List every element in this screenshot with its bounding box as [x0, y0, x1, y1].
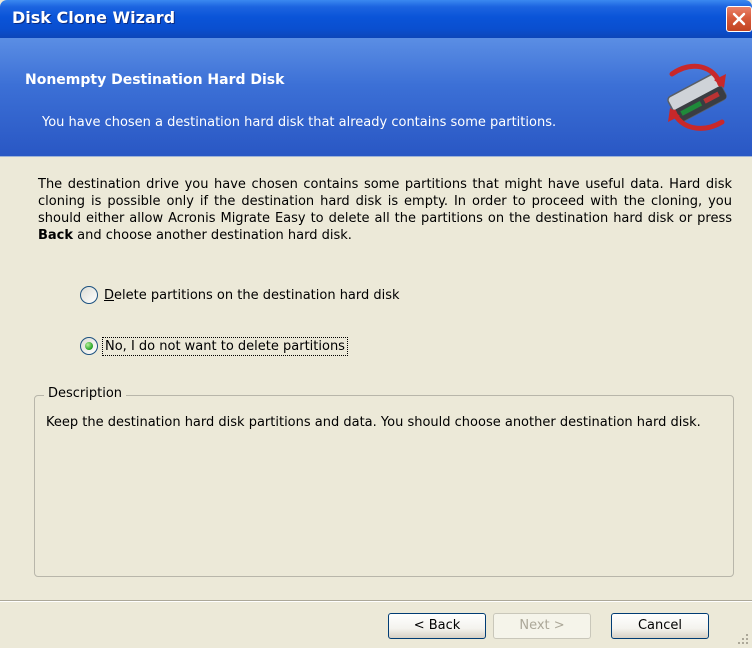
window-title: Disk Clone Wizard: [12, 8, 176, 27]
keep-partitions-label[interactable]: No, I do not want to delete partitions: [102, 336, 348, 356]
option-delete-partitions[interactable]: Delete partitions on the destination har…: [80, 283, 400, 307]
close-button[interactable]: [726, 6, 752, 32]
product-name: Acronis Migrate Easy: [168, 211, 306, 226]
info-text-3: and choose another destination hard disk…: [73, 228, 352, 243]
cancel-button[interactable]: Cancel: [611, 613, 709, 639]
description-text: Keep the destination hard disk partition…: [46, 415, 701, 430]
header-subtitle: You have chosen a destination hard disk …: [42, 115, 557, 130]
back-keyword: Back: [38, 228, 74, 243]
description-legend: Description: [44, 386, 127, 401]
resize-grip-icon[interactable]: [737, 633, 749, 645]
delete-partitions-radio[interactable]: [80, 286, 98, 304]
radio-selected-dot: [85, 342, 93, 350]
info-text-2: to delete all the partitions on the dest…: [305, 211, 732, 226]
hard-disk-clone-icon: [667, 63, 727, 131]
keep-partitions-radio[interactable]: [80, 337, 98, 355]
header-title: Nonempty Destination Hard Disk: [25, 72, 285, 88]
next-button[interactable]: Next >: [493, 613, 591, 639]
bottom-separator: [0, 600, 752, 602]
delete-partitions-label[interactable]: Delete partitions on the destination har…: [104, 288, 400, 303]
disk-clone-wizard-window: Disk Clone Wizard Nonempty Destination H…: [0, 0, 752, 648]
info-paragraph: The destination drive you have chosen co…: [38, 176, 732, 244]
back-button[interactable]: < Back: [388, 613, 486, 639]
close-icon: [732, 12, 746, 26]
wizard-header: Nonempty Destination Hard Disk You have …: [0, 38, 752, 157]
title-bar[interactable]: Disk Clone Wizard: [0, 0, 752, 38]
option-keep-partitions[interactable]: No, I do not want to delete partitions: [80, 334, 348, 358]
